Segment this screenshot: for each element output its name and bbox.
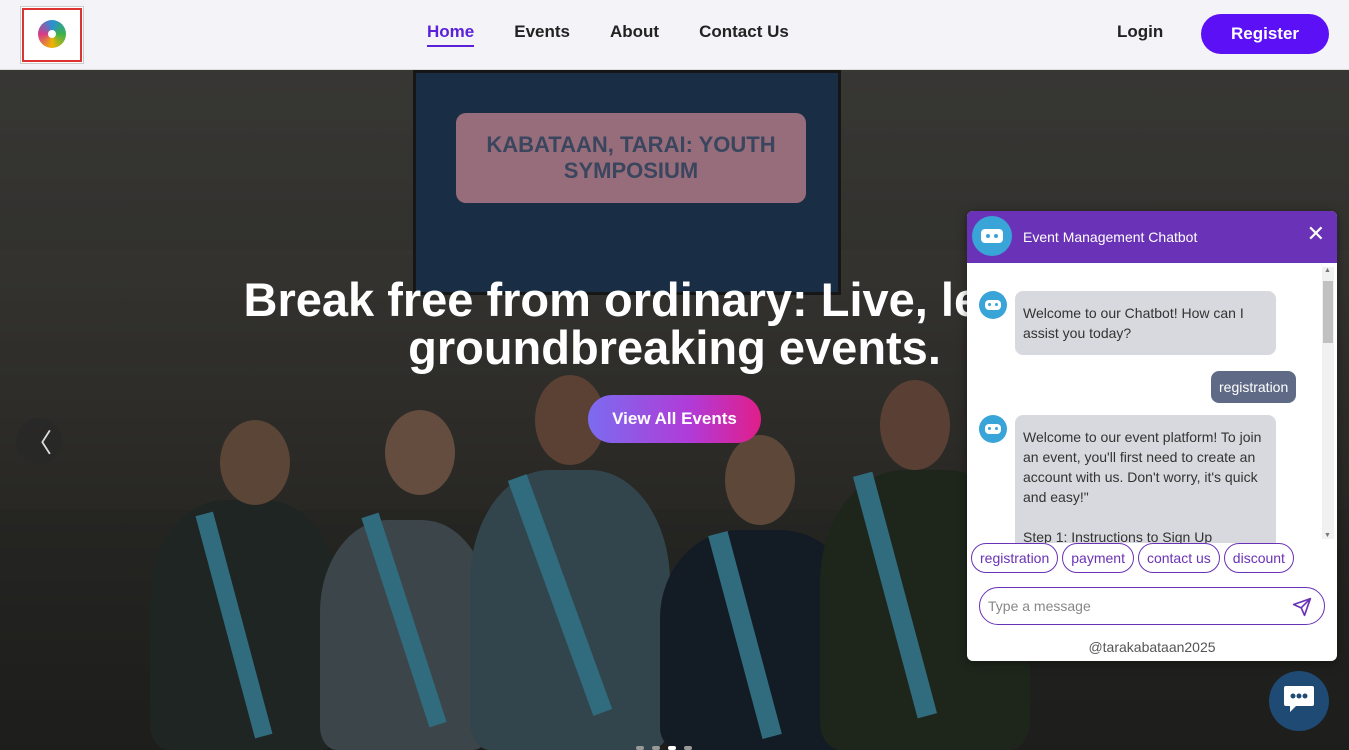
carousel-dot[interactable] [636,746,644,750]
bot-avatar-small [979,291,1007,319]
scroll-thumb[interactable] [1323,281,1333,343]
chatbot-title: Event Management Chatbot [1023,229,1198,245]
robot-icon [985,300,1001,310]
close-icon[interactable]: ✕ [1307,221,1325,247]
quick-reply-payment[interactable]: payment [1062,543,1134,573]
chat-scrollbar[interactable]: ▲ ▼ [1322,267,1334,539]
carousel-prev-button[interactable]: 〈 [16,418,62,464]
logo-image [22,8,82,62]
message-input-wrapper [979,587,1325,625]
carousel-dot[interactable] [652,746,660,750]
message-input[interactable] [988,596,1278,616]
nav-events-link[interactable]: Events [514,22,570,47]
chevron-left-icon: 〈 [25,427,52,458]
bot-message: Welcome to our Chatbot! How can I assist… [1015,291,1276,355]
nav-about-link[interactable]: About [610,22,659,47]
chat-bubble-icon [1282,684,1316,719]
login-link[interactable]: Login [1117,22,1163,42]
chat-toggle-button[interactable] [1269,671,1329,731]
carousel-dot[interactable] [684,746,692,750]
quick-replies: registration payment contact us discount [971,543,1294,573]
robot-icon [981,229,1003,243]
nav-home-link[interactable]: Home [427,22,475,47]
bot-avatar [972,216,1012,256]
chatbot-footer: @tarakabataan2025 [1088,639,1216,655]
view-all-events-button[interactable]: View All Events [588,395,761,443]
carousel-dot-active[interactable] [668,746,676,750]
scroll-up-icon[interactable]: ▲ [1324,267,1331,274]
bot-message: Welcome to our event platform! To join a… [1015,415,1276,543]
user-message: registration [1211,371,1297,403]
nav-contact-link[interactable]: Contact Us [699,22,789,47]
site-logo[interactable] [20,6,84,64]
nav-links: Home Events About Contact Us [427,22,789,47]
register-button[interactable]: Register [1201,14,1329,54]
chatbot-header: Event Management Chatbot ✕ [967,211,1337,263]
quick-reply-discount[interactable]: discount [1223,543,1294,573]
chatbot-window: Event Management Chatbot ✕ Welcome to ou… [967,211,1337,661]
quick-reply-contact-us[interactable]: contact us [1137,543,1220,573]
bot-avatar-small [979,415,1007,443]
navbar: Home Events About Contact Us Login Regis… [0,0,1349,70]
scroll-down-icon[interactable]: ▼ [1324,532,1331,539]
send-icon[interactable] [1292,597,1312,622]
carousel-indicators [636,746,692,750]
robot-icon [985,424,1001,434]
chat-messages[interactable]: Welcome to our Chatbot! How can I assist… [967,263,1337,543]
quick-reply-registration[interactable]: registration [971,543,1059,573]
